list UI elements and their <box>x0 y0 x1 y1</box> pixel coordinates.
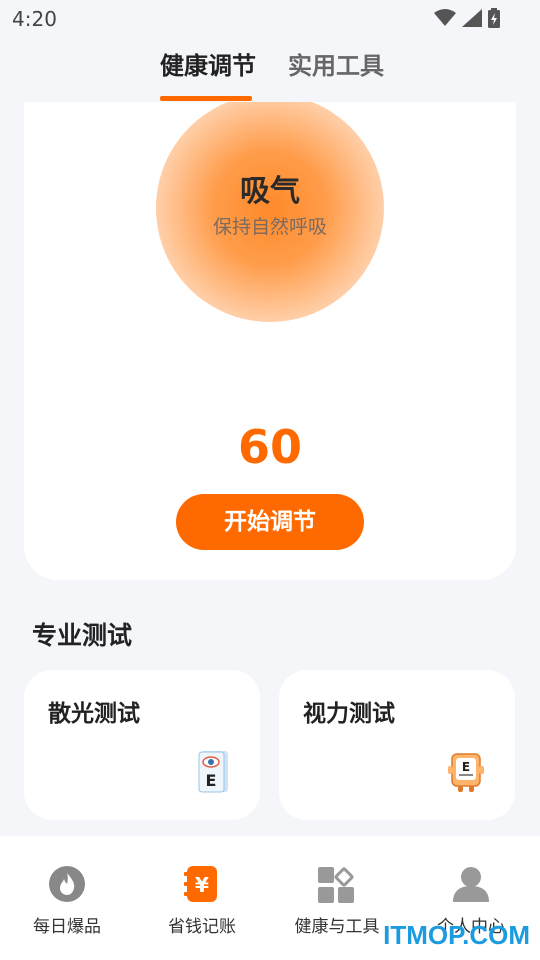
yuan-ledger-icon: ¥ <box>182 864 222 904</box>
status-bar: 4:20 <box>0 0 540 36</box>
nav-label-health-tools: 健康与工具 <box>294 917 380 937</box>
nav-item-daily-hot[interactable]: 每日爆品 <box>12 864 122 937</box>
nav-label-daily-hot: 每日爆品 <box>33 917 101 937</box>
astigmatism-eye-chart-icon: E <box>198 751 228 793</box>
vision-chart-mascot-icon: E <box>448 753 484 792</box>
tab-health-adjust[interactable]: 健康调节 <box>160 46 256 81</box>
status-time: 4:20 <box>12 7 57 31</box>
top-tabs: 健康调节 实用工具 <box>0 44 540 104</box>
tab-practical-tools[interactable]: 实用工具 <box>288 46 384 81</box>
nav-item-health-tools[interactable]: 健康与工具 <box>282 864 392 937</box>
user-icon <box>451 864 491 904</box>
breath-countdown: 60 <box>237 420 302 474</box>
breathing-circle: 吸气 保持自然呼吸 <box>156 102 384 322</box>
svg-text:E: E <box>462 760 470 774</box>
status-icons <box>434 8 500 28</box>
svg-text:E: E <box>206 771 217 790</box>
nav-item-money-ledger[interactable]: ¥ 省钱记账 <box>147 864 257 937</box>
watermark-logo: ITMOP.COM <box>383 920 530 950</box>
battery-icon <box>488 8 500 28</box>
grid-tools-icon <box>317 864 357 904</box>
breath-phase-title: 吸气 <box>240 174 300 209</box>
wifi-icon <box>434 9 456 26</box>
flame-icon <box>47 864 87 904</box>
start-adjust-button[interactable]: 开始调节 <box>176 494 364 550</box>
astigmatism-test-label: 散光测试 <box>48 701 140 727</box>
section-title-professional-tests: 专业测试 <box>32 621 133 650</box>
svg-text:¥: ¥ <box>195 873 209 897</box>
nav-label-money-ledger: 省钱记账 <box>168 917 236 937</box>
active-tab-indicator <box>160 96 252 101</box>
signal-icon <box>462 9 482 27</box>
vision-test-label: 视力测试 <box>303 701 395 727</box>
breathing-card: 吸气 保持自然呼吸 60 开始调节 <box>24 102 516 580</box>
vision-test-card[interactable]: 视力测试 E <box>279 670 515 820</box>
breath-phase-subtitle: 保持自然呼吸 <box>212 216 327 238</box>
astigmatism-test-card[interactable]: 散光测试 E <box>24 670 260 820</box>
